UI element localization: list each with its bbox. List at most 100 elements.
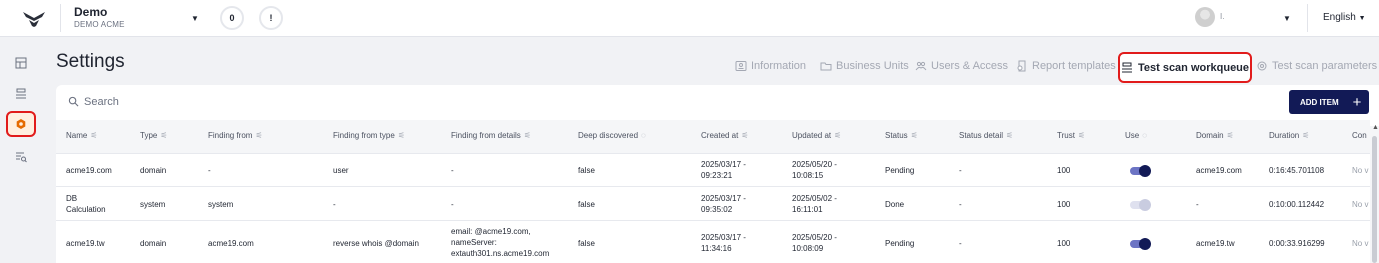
brand-logo-icon[interactable] (22, 9, 46, 29)
toggle-filter-icon[interactable]: ◌ (1142, 131, 1147, 140)
cell-status-detail: - (959, 166, 962, 175)
cell-status: Done (885, 200, 905, 209)
tab-report-templates[interactable]: Report templates (1016, 60, 1116, 72)
column-header-created-at[interactable]: Created at ⚟ (701, 131, 749, 140)
cell-updated-at-time: 10:08:15 (792, 171, 824, 180)
cell-type: domain (140, 166, 167, 175)
cell-name: acme19.com (66, 166, 112, 175)
cell-status: Pending (885, 166, 915, 175)
cell-finding-from: - (208, 166, 211, 175)
tab-test-scan-parameters[interactable]: Test scan parameters (1256, 60, 1377, 72)
column-header-updated-at[interactable]: Updated at ⚟ (792, 131, 841, 140)
divider (1307, 4, 1308, 32)
tab-test-scan-workqueue[interactable]: Test scan workqueue (1118, 52, 1252, 83)
sidebar-item-scans[interactable] (6, 81, 36, 107)
search-input[interactable] (84, 94, 284, 110)
sidebar-item-filter-search[interactable] (6, 144, 36, 170)
column-header-duration[interactable]: Duration ⚟ (1269, 131, 1309, 140)
filter-icon[interactable]: ⚟ (255, 131, 262, 140)
column-label: Type (140, 131, 158, 140)
language-label: English (1323, 12, 1356, 23)
toggle-filter-icon[interactable]: ◌ (641, 131, 646, 140)
column-header-finding-from[interactable]: Finding from ⚟ (208, 131, 263, 140)
column-header-use[interactable]: Use ◌ (1125, 131, 1147, 140)
cell-deep-discovered: false (578, 166, 595, 175)
org-dropdown-caret-icon[interactable]: ▼ (191, 14, 199, 23)
tab-label: Test scan parameters (1272, 60, 1378, 72)
scrollbar-thumb[interactable] (1372, 136, 1377, 263)
cell-finding-from-details: - (451, 200, 454, 209)
filter-icon[interactable]: ⚟ (160, 131, 167, 140)
cell-deep-discovered: false (578, 239, 595, 248)
cell-created-at-time: 09:23:21 (701, 171, 733, 180)
scan-queue-icon (1121, 62, 1132, 72)
settings-icon (16, 119, 26, 129)
tab-label: Information (751, 60, 807, 72)
use-toggle[interactable] (1130, 199, 1151, 211)
use-toggle[interactable] (1130, 238, 1151, 250)
filter-icon[interactable]: ⚟ (834, 131, 841, 140)
column-header-name[interactable]: Name ⚟ (66, 131, 98, 140)
column-header-domain[interactable]: Domain ⚟ (1196, 131, 1234, 140)
column-header-con[interactable]: Con (1352, 131, 1367, 140)
cell-updated-at: 2025/05/02 - (792, 194, 837, 203)
cell-con: No v (1352, 239, 1369, 248)
sidebar-item-dashboard[interactable] (6, 50, 36, 76)
tab-business-units[interactable]: Business Units (820, 60, 909, 72)
cell-created-at-time: 09:35:02 (701, 205, 733, 214)
column-label: Name (66, 131, 88, 140)
cell-name: acme19.tw (66, 239, 105, 248)
column-header-finding-from-type[interactable]: Finding from type ⚟ (333, 131, 405, 140)
divider (56, 153, 1370, 154)
filter-icon[interactable]: ⚟ (398, 131, 405, 140)
column-header-status[interactable]: Status ⚟ (885, 131, 918, 140)
org-name[interactable]: Demo (74, 5, 107, 19)
users-icon (915, 61, 927, 71)
cell-finding-from-details-line3: extauth301.ns.acme19.com (451, 249, 550, 258)
sidebar-item-settings[interactable] (6, 111, 36, 137)
filter-icon[interactable]: ⚟ (1227, 131, 1234, 140)
column-header-deep-discovered[interactable]: Deep discovered ◌ (578, 131, 646, 140)
filter-icon[interactable]: ⚟ (1006, 131, 1013, 140)
cell-con: No v (1352, 166, 1369, 175)
cell-updated-at: 2025/05/20 - (792, 160, 837, 169)
user-dropdown-caret-icon[interactable]: ▼ (1283, 14, 1291, 23)
cell-type: system (140, 200, 166, 209)
add-item-button[interactable]: ADD ITEM + (1289, 90, 1369, 114)
alert-badge[interactable]: ! (259, 6, 283, 30)
cell-domain: acme19.tw (1196, 239, 1235, 248)
column-header-finding-from-details[interactable]: Finding from details ⚟ (451, 131, 531, 140)
column-header-status-detail[interactable]: Status detail ⚟ (959, 131, 1013, 140)
cell-trust: 100 (1057, 200, 1071, 209)
filter-icon[interactable]: ⚟ (911, 131, 918, 140)
column-header-type[interactable]: Type ⚟ (140, 131, 168, 140)
org-subtitle[interactable]: DEMO ACME (74, 20, 125, 29)
cell-finding-from-type: user (333, 166, 349, 175)
language-selector[interactable]: English ▼ (1323, 12, 1366, 23)
column-label: Finding from details (451, 131, 521, 140)
user-name[interactable]: I. (1220, 12, 1224, 21)
cell-finding-from-type: reverse whois @domain (333, 239, 419, 248)
filter-icon[interactable]: ⚟ (524, 131, 531, 140)
tab-information[interactable]: Information (735, 60, 806, 72)
notifications-count-badge[interactable]: 0 (220, 6, 244, 30)
cell-status-detail: - (959, 239, 962, 248)
column-header-trust[interactable]: Trust ⚟ (1057, 131, 1085, 140)
cell-updated-at-time: 10:08:09 (792, 244, 824, 253)
column-label: Use (1125, 131, 1140, 140)
avatar[interactable] (1195, 7, 1215, 27)
filter-icon[interactable]: ⚟ (1078, 131, 1085, 140)
cell-updated-at-time: 16:11:01 (792, 205, 823, 214)
table-scrollbar[interactable] (1370, 126, 1379, 263)
top-bar: Demo DEMO ACME ▼ 0 ! I. ▼ English ▼ (0, 0, 1379, 37)
column-label: Status (885, 131, 908, 140)
scan-icon (16, 88, 26, 99)
tab-users-access[interactable]: Users & Access (915, 60, 1008, 72)
cell-finding-from-details-line2: nameServer: (451, 238, 497, 247)
scroll-up-arrow-icon[interactable]: ▲ (1372, 124, 1379, 131)
filter-icon[interactable]: ⚟ (741, 131, 748, 140)
cell-name: DB (66, 194, 78, 203)
filter-icon[interactable]: ⚟ (90, 131, 97, 140)
use-toggle[interactable] (1130, 165, 1151, 177)
filter-icon[interactable]: ⚟ (1302, 131, 1309, 140)
